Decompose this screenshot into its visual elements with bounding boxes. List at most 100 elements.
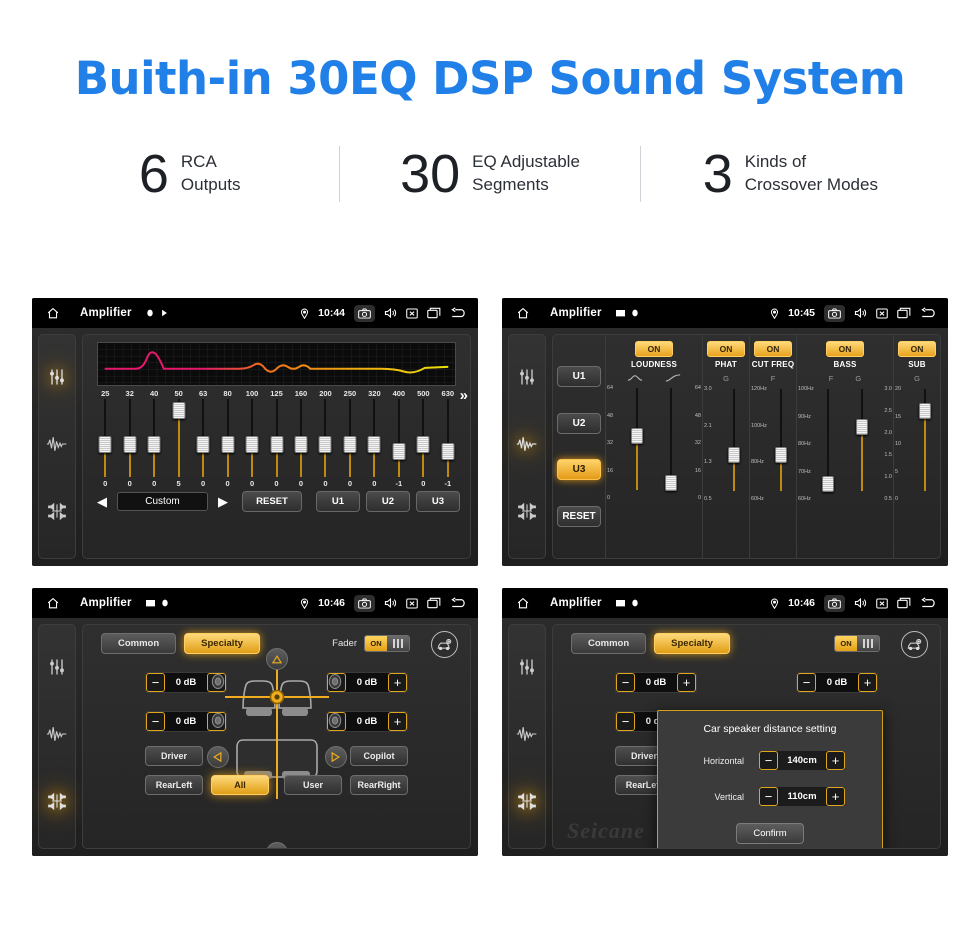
eq-slider-track[interactable] [269,399,284,477]
double-chevron-right-icon[interactable]: » [460,387,468,404]
sidebar-item-equalizer[interactable] [47,367,67,392]
increment-button[interactable]: + [388,673,407,692]
eq-slider[interactable]: 0 [313,399,337,488]
right-triangle-icon[interactable] [324,746,347,768]
prev-preset-button[interactable]: ◀ [93,494,111,510]
eq-slider-knob[interactable] [318,436,332,454]
seat-button-rearright[interactable]: RearRight [350,775,408,795]
dsp-slider[interactable]: 120Hz 100Hz 80Hz 60Hz [750,385,796,502]
eq-slider-track[interactable] [416,399,431,477]
sidebar-item-equalizer[interactable] [517,657,537,682]
home-icon[interactable] [512,307,534,320]
x-box-icon[interactable] [406,597,418,609]
eq-slider-track[interactable] [440,399,455,477]
seat-button-all[interactable]: All [211,775,269,795]
speaker-icon[interactable] [384,597,397,609]
increment-button[interactable]: + [826,751,845,770]
speaker-icon[interactable] [854,597,867,609]
recent-apps-icon[interactable] [897,597,911,609]
sidebar-item-waveform[interactable] [516,435,538,458]
preset-u1-button[interactable]: U1 [557,366,601,388]
dsp-slider-knob[interactable] [665,474,677,491]
recent-apps-icon[interactable] [897,307,911,319]
sidebar-item-balance[interactable] [517,501,537,526]
eq-slider-track[interactable] [391,399,406,477]
x-box-icon[interactable] [876,307,888,319]
tab-common[interactable]: Common [101,633,177,654]
eq-slider-track[interactable] [98,399,113,477]
preset-u3-button[interactable]: U3 [416,491,460,512]
dsp-slider-knob[interactable] [856,418,868,435]
left-triangle-icon[interactable] [206,746,229,768]
eq-slider-knob[interactable] [294,436,308,454]
tab-common[interactable]: Common [571,633,647,654]
eq-slider-knob[interactable] [147,436,161,454]
preset-u1-button[interactable]: U1 [316,491,360,512]
recent-apps-icon[interactable] [427,307,441,319]
eq-slider[interactable]: 0 [93,399,117,488]
eq-slider-track[interactable] [367,399,382,477]
eq-slider-track[interactable] [220,399,235,477]
next-preset-button[interactable]: ▶ [214,494,232,510]
dsp-slider-knob[interactable] [822,475,834,492]
dsp-slider[interactable]: 20 15 10 5 0 [894,385,940,502]
eq-slider-track[interactable] [122,399,137,477]
eq-slider[interactable]: 5 [166,399,190,488]
decrement-button[interactable]: − [146,673,165,692]
power-toggle-loudness[interactable]: ON [634,341,674,357]
back-arrow-icon[interactable] [450,596,468,610]
eq-slider[interactable]: 0 [117,399,141,488]
power-toggle-phat[interactable]: ON [706,341,746,357]
eq-slider-track[interactable] [342,399,357,477]
eq-slider[interactable]: 0 [240,399,264,488]
eq-slider[interactable]: 0 [362,399,386,488]
eq-slider-track[interactable] [147,399,162,477]
eq-slider-knob[interactable] [98,436,112,454]
decrement-button[interactable]: − [797,673,816,692]
dsp-slider[interactable]: 3.0 2.5 2.0 1.5 1.0 0.5 [847,385,893,502]
car-settings-icon[interactable] [901,631,928,658]
power-toggle-cut-freq[interactable]: ON [753,341,793,357]
eq-slider-knob[interactable] [416,436,430,454]
seat-button-rearleft[interactable]: RearLeft [145,775,203,795]
tab-specialty[interactable]: Specialty [184,633,260,654]
home-icon[interactable] [512,597,534,610]
eq-slider[interactable]: 0 [411,399,435,488]
eq-slider-knob[interactable] [343,436,357,454]
dsp-slider-knob[interactable] [631,427,643,444]
sidebar-item-waveform[interactable] [46,435,68,458]
fader-toggle[interactable]: ON [834,635,880,652]
eq-slider-knob[interactable] [172,402,186,420]
reset-button[interactable]: RESET [242,491,302,512]
eq-slider-knob[interactable] [441,442,455,460]
sidebar-item-balance[interactable] [517,791,537,816]
sidebar-item-equalizer[interactable] [517,367,537,392]
tab-specialty[interactable]: Specialty [654,633,730,654]
home-icon[interactable] [42,597,64,610]
seat-button-copilot[interactable]: Copilot [350,746,408,766]
dsp-slider[interactable]: 3.0 2.1 1.3 0.5 [703,385,749,502]
power-toggle-sub[interactable]: ON [897,341,937,357]
eq-slider-track[interactable] [318,399,333,477]
sidebar-item-equalizer[interactable] [47,657,67,682]
dsp-slider-knob[interactable] [728,447,740,464]
dsp-slider-knob[interactable] [775,447,787,464]
car-settings-icon[interactable] [431,631,458,658]
recent-apps-icon[interactable] [427,597,441,609]
sidebar-item-balance[interactable] [47,791,67,816]
sidebar-item-balance[interactable] [47,501,67,526]
eq-slider-knob[interactable] [196,436,210,454]
increment-button[interactable]: + [388,712,407,731]
sidebar-item-waveform[interactable] [516,725,538,748]
eq-slider-knob[interactable] [123,436,137,454]
decrement-button[interactable]: − [616,673,635,692]
eq-slider-knob[interactable] [221,436,235,454]
decrement-button[interactable]: − [759,751,778,770]
increment-button[interactable]: + [677,673,696,692]
back-arrow-icon[interactable] [920,306,938,320]
eq-slider-knob[interactable] [245,436,259,454]
up-triangle-icon[interactable] [265,648,288,670]
eq-slider-knob[interactable] [270,436,284,454]
decrement-button[interactable]: − [146,712,165,731]
camera-icon[interactable] [354,594,375,612]
